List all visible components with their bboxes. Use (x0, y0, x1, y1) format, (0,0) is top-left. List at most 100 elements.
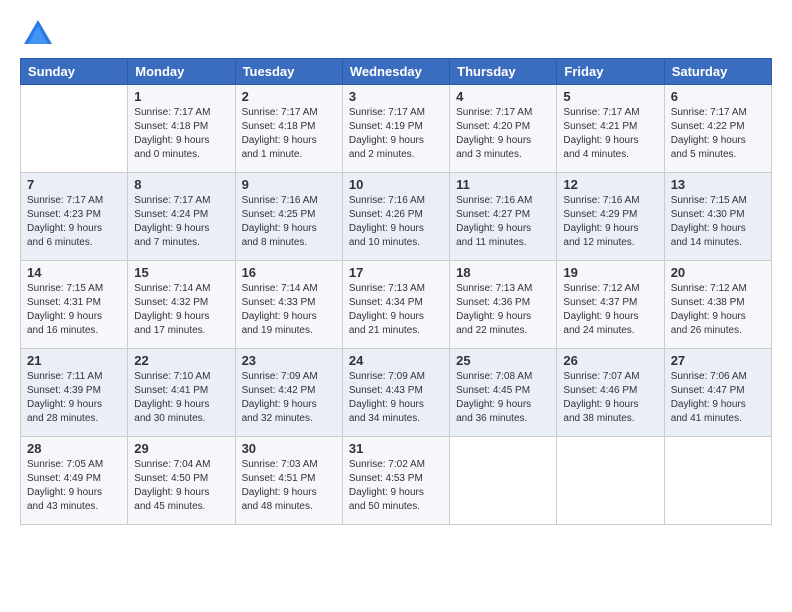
calendar-cell: 26 Sunrise: 7:07 AMSunset: 4:46 PMDayligh… (557, 349, 664, 437)
calendar-cell: 28 Sunrise: 7:05 AMSunset: 4:49 PMDayligh… (21, 437, 128, 525)
day-number: 16 (242, 265, 336, 280)
calendar-cell (450, 437, 557, 525)
calendar-header: SundayMondayTuesdayWednesdayThursdayFrid… (21, 59, 772, 85)
calendar-cell: 1Sunrise: 7:17 AMSunset: 4:18 PMDaylight… (128, 85, 235, 173)
calendar-cell (21, 85, 128, 173)
cell-content: Sunrise: 7:11 AMSunset: 4:39 PMDaylight:… (27, 370, 121, 426)
day-number: 3 (349, 89, 443, 104)
cell-content: Sunrise: 7:04 AMSunset: 4:50 PMDaylight:… (134, 458, 228, 514)
calendar-cell: 23 Sunrise: 7:09 AMSunset: 4:42 PMDayligh… (235, 349, 342, 437)
weekday-header: Saturday (664, 59, 771, 85)
day-number: 1 (134, 89, 228, 104)
cell-content: Sunrise: 7:17 AMSunset: 4:22 PMDaylight:… (671, 106, 765, 162)
calendar-cell (664, 437, 771, 525)
calendar-cell (557, 437, 664, 525)
day-number: 20 (671, 265, 765, 280)
calendar-cell: 27 Sunrise: 7:06 AMSunset: 4:47 PMDayligh… (664, 349, 771, 437)
cell-content: Sunrise: 7:17 AMSunset: 4:19 PMDaylight:… (349, 106, 443, 162)
day-number: 4 (456, 89, 550, 104)
weekday-header: Sunday (21, 59, 128, 85)
cell-content: Sunrise: 7:17 AMSunset: 4:23 PMDaylight:… (27, 194, 121, 250)
cell-content: Sunrise: 7:13 AMSunset: 4:34 PMDaylight:… (349, 282, 443, 338)
cell-content: Sunrise: 7:02 AMSunset: 4:53 PMDaylight:… (349, 458, 443, 514)
day-number: 21 (27, 353, 121, 368)
cell-content: Sunrise: 7:12 AMSunset: 4:37 PMDaylight:… (563, 282, 657, 338)
cell-content: Sunrise: 7:03 AMSunset: 4:51 PMDaylight:… (242, 458, 336, 514)
calendar-cell: 10Sunrise: 7:16 AMSunset: 4:26 PMDayligh… (342, 173, 449, 261)
calendar-cell: 25 Sunrise: 7:08 AMSunset: 4:45 PMDayligh… (450, 349, 557, 437)
day-number: 6 (671, 89, 765, 104)
day-number: 28 (27, 441, 121, 456)
calendar-cell: 13 Sunrise: 7:15 AMSunset: 4:30 PMDayligh… (664, 173, 771, 261)
weekday-row: SundayMondayTuesdayWednesdayThursdayFrid… (21, 59, 772, 85)
cell-content: Sunrise: 7:16 AMSunset: 4:25 PMDaylight:… (242, 194, 336, 250)
calendar-cell: 8 Sunrise: 7:17 AMSunset: 4:24 PMDaylight… (128, 173, 235, 261)
day-number: 29 (134, 441, 228, 456)
cell-content: Sunrise: 7:05 AMSunset: 4:49 PMDaylight:… (27, 458, 121, 514)
day-number: 25 (456, 353, 550, 368)
cell-content: Sunrise: 7:17 AMSunset: 4:21 PMDaylight:… (563, 106, 657, 162)
logo-icon (20, 16, 56, 52)
weekday-header: Wednesday (342, 59, 449, 85)
calendar-cell: 24Sunrise: 7:09 AMSunset: 4:43 PMDayligh… (342, 349, 449, 437)
day-number: 31 (349, 441, 443, 456)
weekday-header: Monday (128, 59, 235, 85)
cell-content: Sunrise: 7:17 AMSunset: 4:24 PMDaylight:… (134, 194, 228, 250)
cell-content: Sunrise: 7:09 AMSunset: 4:42 PMDaylight:… (242, 370, 336, 426)
day-number: 13 (671, 177, 765, 192)
calendar-cell: 18Sunrise: 7:13 AMSunset: 4:36 PMDayligh… (450, 261, 557, 349)
cell-content: Sunrise: 7:10 AMSunset: 4:41 PMDaylight:… (134, 370, 228, 426)
day-number: 26 (563, 353, 657, 368)
calendar-week-row: 21 Sunrise: 7:11 AMSunset: 4:39 PMDayligh… (21, 349, 772, 437)
cell-content: Sunrise: 7:07 AMSunset: 4:46 PMDaylight:… (563, 370, 657, 426)
logo (20, 16, 60, 52)
calendar-week-row: 14Sunrise: 7:15 AMSunset: 4:31 PMDayligh… (21, 261, 772, 349)
day-number: 8 (134, 177, 228, 192)
calendar-cell: 11 Sunrise: 7:16 AMSunset: 4:27 PMDayligh… (450, 173, 557, 261)
calendar-week-row: 28 Sunrise: 7:05 AMSunset: 4:49 PMDayligh… (21, 437, 772, 525)
day-number: 11 (456, 177, 550, 192)
calendar-cell: 4Sunrise: 7:17 AMSunset: 4:20 PMDaylight… (450, 85, 557, 173)
weekday-header: Friday (557, 59, 664, 85)
calendar-cell: 7 Sunrise: 7:17 AMSunset: 4:23 PMDaylight… (21, 173, 128, 261)
calendar-cell: 29 Sunrise: 7:04 AMSunset: 4:50 PMDayligh… (128, 437, 235, 525)
calendar-cell: 12Sunrise: 7:16 AMSunset: 4:29 PMDayligh… (557, 173, 664, 261)
cell-content: Sunrise: 7:16 AMSunset: 4:27 PMDaylight:… (456, 194, 550, 250)
day-number: 18 (456, 265, 550, 280)
calendar-cell: 31 Sunrise: 7:02 AMSunset: 4:53 PMDayligh… (342, 437, 449, 525)
calendar-cell: 21 Sunrise: 7:11 AMSunset: 4:39 PMDayligh… (21, 349, 128, 437)
day-number: 22 (134, 353, 228, 368)
calendar-week-row: 7 Sunrise: 7:17 AMSunset: 4:23 PMDaylight… (21, 173, 772, 261)
day-number: 30 (242, 441, 336, 456)
cell-content: Sunrise: 7:15 AMSunset: 4:30 PMDaylight:… (671, 194, 765, 250)
calendar-cell: 15 Sunrise: 7:14 AMSunset: 4:32 PMDayligh… (128, 261, 235, 349)
day-number: 23 (242, 353, 336, 368)
calendar-cell: 20Sunrise: 7:12 AMSunset: 4:38 PMDayligh… (664, 261, 771, 349)
day-number: 17 (349, 265, 443, 280)
day-number: 5 (563, 89, 657, 104)
calendar-table: SundayMondayTuesdayWednesdayThursdayFrid… (20, 58, 772, 525)
day-number: 7 (27, 177, 121, 192)
day-number: 9 (242, 177, 336, 192)
calendar-cell: 19 Sunrise: 7:12 AMSunset: 4:37 PMDayligh… (557, 261, 664, 349)
calendar-cell: 3 Sunrise: 7:17 AMSunset: 4:19 PMDaylight… (342, 85, 449, 173)
day-number: 27 (671, 353, 765, 368)
calendar-week-row: 1Sunrise: 7:17 AMSunset: 4:18 PMDaylight… (21, 85, 772, 173)
calendar-cell: 17 Sunrise: 7:13 AMSunset: 4:34 PMDayligh… (342, 261, 449, 349)
day-number: 19 (563, 265, 657, 280)
day-number: 15 (134, 265, 228, 280)
day-number: 24 (349, 353, 443, 368)
cell-content: Sunrise: 7:08 AMSunset: 4:45 PMDaylight:… (456, 370, 550, 426)
weekday-header: Thursday (450, 59, 557, 85)
cell-content: Sunrise: 7:06 AMSunset: 4:47 PMDaylight:… (671, 370, 765, 426)
cell-content: Sunrise: 7:16 AMSunset: 4:26 PMDaylight:… (349, 194, 443, 250)
calendar-cell: 14Sunrise: 7:15 AMSunset: 4:31 PMDayligh… (21, 261, 128, 349)
day-number: 12 (563, 177, 657, 192)
day-number: 2 (242, 89, 336, 104)
calendar-cell: 2Sunrise: 7:17 AMSunset: 4:18 PMDaylight… (235, 85, 342, 173)
calendar-cell: 30 Sunrise: 7:03 AMSunset: 4:51 PMDayligh… (235, 437, 342, 525)
calendar-cell: 6 Sunrise: 7:17 AMSunset: 4:22 PMDaylight… (664, 85, 771, 173)
cell-content: Sunrise: 7:14 AMSunset: 4:32 PMDaylight:… (134, 282, 228, 338)
cell-content: Sunrise: 7:14 AMSunset: 4:33 PMDaylight:… (242, 282, 336, 338)
calendar-body: 1Sunrise: 7:17 AMSunset: 4:18 PMDaylight… (21, 85, 772, 525)
